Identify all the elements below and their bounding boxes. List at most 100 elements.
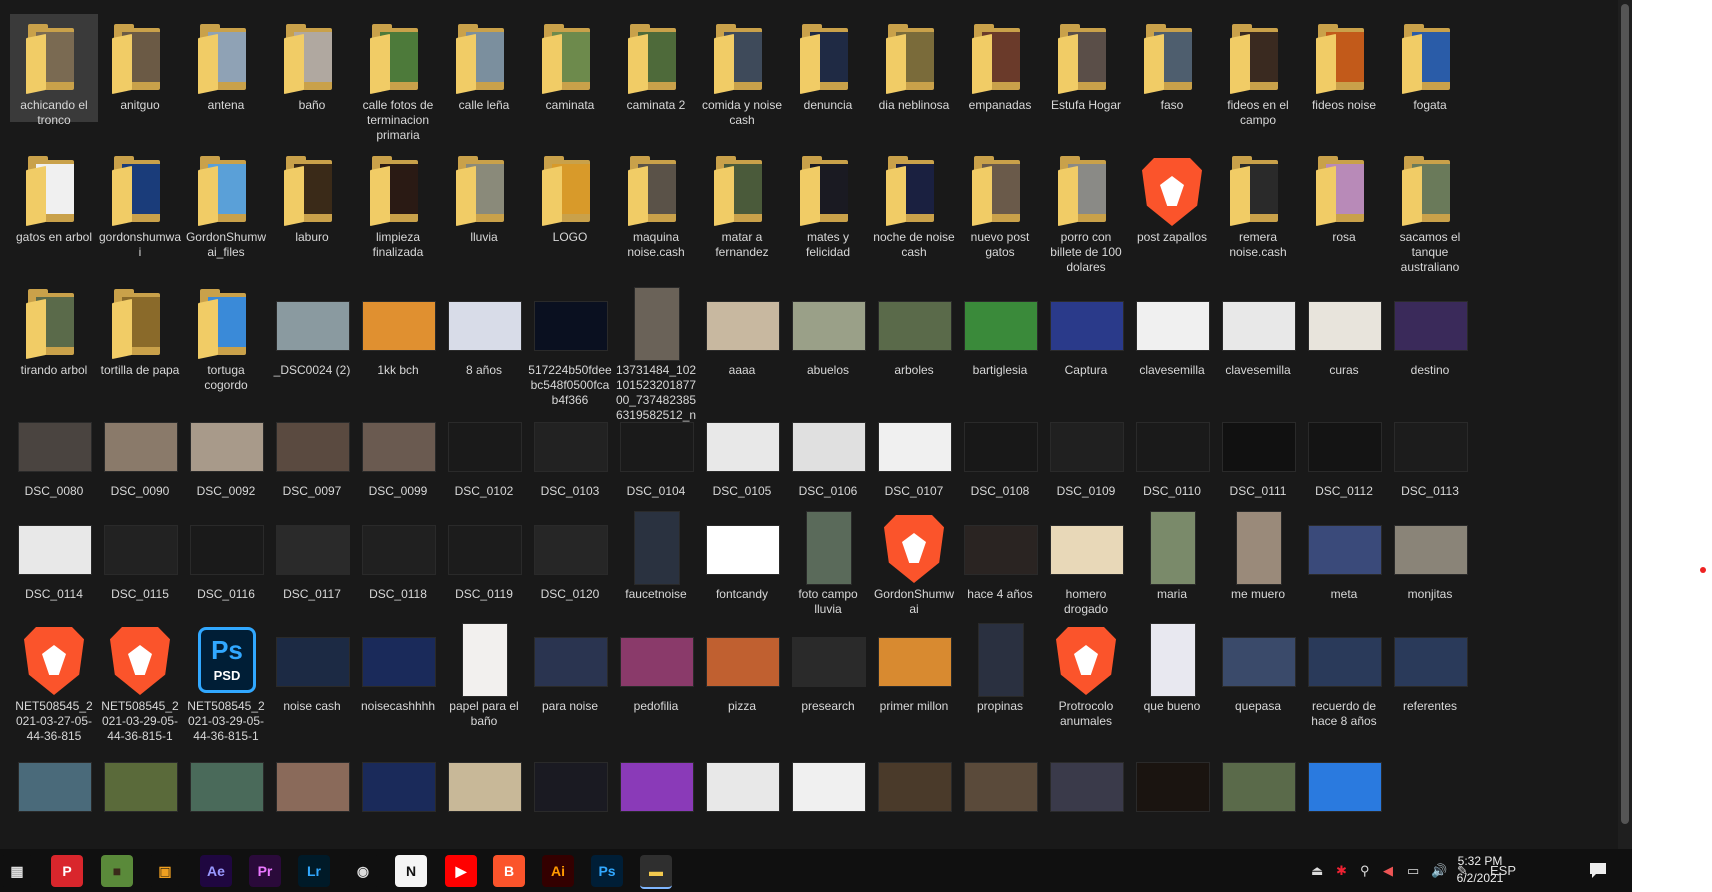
desktop-item[interactable]: post zapallos — [1128, 146, 1216, 245]
desktop-item[interactable]: meta — [1300, 503, 1388, 602]
calculator-icon[interactable]: ▦ — [1, 855, 33, 887]
desktop-item[interactable]: DSC_0108 — [956, 400, 1044, 499]
desktop-item[interactable] — [354, 740, 442, 824]
desktop-item[interactable]: clavesemilla — [1214, 279, 1302, 378]
desktop-item[interactable]: DSC_0099 — [354, 400, 442, 499]
desktop-item[interactable]: antena — [182, 14, 270, 113]
desktop-item[interactable]: Estufa Hogar — [1042, 14, 1130, 113]
desktop-item[interactable]: noche de noise cash — [870, 146, 958, 260]
desktop-item[interactable]: monjitas — [1386, 503, 1474, 602]
desktop-item[interactable]: faucetnoise — [612, 503, 700, 602]
desktop-item[interactable]: DSC_0107 — [870, 400, 958, 499]
desktop-item[interactable]: DSC_0114 — [10, 503, 98, 602]
desktop-item[interactable]: referentes — [1386, 615, 1474, 714]
desktop-item[interactable]: Captura — [1042, 279, 1130, 378]
desktop-item[interactable]: DSC_0112 — [1300, 400, 1388, 499]
desktop-item[interactable]: propinas — [956, 615, 1044, 714]
desktop-item[interactable]: que bueno — [1128, 615, 1216, 714]
desktop-item[interactable]: NET508545_2021-03-27-05-44-36-815 — [10, 615, 98, 744]
desktop-item[interactable] — [96, 740, 184, 824]
desktop-item[interactable] — [1042, 740, 1130, 824]
display-icon[interactable]: ▭ — [1407, 849, 1419, 892]
notification-icon[interactable] — [1588, 860, 1608, 880]
youtube-icon[interactable]: ▶ — [445, 855, 477, 887]
desktop-item[interactable] — [870, 740, 958, 824]
desktop-item[interactable]: caminata — [526, 14, 614, 113]
desktop-item[interactable]: DSC_0109 — [1042, 400, 1130, 499]
desktop-item[interactable]: mates y felicidad — [784, 146, 872, 260]
desktop-item[interactable]: papel para el baño — [440, 615, 528, 729]
desktop-item[interactable]: primer millon — [870, 615, 958, 714]
desktop-item[interactable]: noise cash — [268, 615, 356, 714]
desktop-item[interactable]: _DSC0024 (2) — [268, 279, 356, 378]
scrollbar-thumb[interactable] — [1621, 4, 1629, 824]
desktop-item[interactable] — [526, 740, 614, 824]
desktop-item[interactable]: lluvia — [440, 146, 528, 245]
desktop-item[interactable]: DSC_0090 — [96, 400, 184, 499]
desktop-item[interactable]: fontcandy — [698, 503, 786, 602]
desktop-item[interactable]: GordonShumwai_files — [182, 146, 270, 260]
desktop-item[interactable]: DSC_0115 — [96, 503, 184, 602]
desktop-item[interactable]: achicando el tronco — [10, 14, 98, 127]
desktop-item[interactable]: laburo — [268, 146, 356, 245]
antivirus-icon[interactable]: ✱ — [1336, 849, 1347, 892]
store-icon[interactable]: ▣ — [149, 855, 181, 887]
desktop-item[interactable]: tortuga cogordo — [182, 279, 270, 393]
usb-icon[interactable]: ⏏ — [1311, 849, 1323, 892]
desktop-item[interactable]: nuevo post gatos — [956, 146, 1044, 260]
desktop-item[interactable]: tortilla de papa — [96, 279, 184, 378]
desktop-item[interactable]: 1kk bch — [354, 279, 442, 378]
desktop-item[interactable]: DSC_0111 — [1214, 400, 1302, 499]
minecraft-icon[interactable]: ■ — [101, 855, 133, 887]
desktop-item[interactable]: curas — [1300, 279, 1388, 378]
network-tray-icon[interactable]: ⚲ — [1360, 849, 1370, 892]
desktop-item[interactable]: empanadas — [956, 14, 1044, 113]
desktop-item[interactable]: DSC_0116 — [182, 503, 270, 602]
desktop-item[interactable]: DSC_0113 — [1386, 400, 1474, 499]
desktop-item[interactable]: presearch — [784, 615, 872, 714]
desktop-item[interactable]: DSC_0102 — [440, 400, 528, 499]
desktop-item[interactable]: me muero — [1214, 503, 1302, 602]
desktop-item[interactable]: calle fotos de terminacion primaria — [354, 14, 442, 143]
desktop-item[interactable]: bartiglesia — [956, 279, 1044, 378]
desktop-item[interactable]: hace 4 años — [956, 503, 1044, 602]
desktop-item[interactable]: DSC_0106 — [784, 400, 872, 499]
desktop-item[interactable]: arboles — [870, 279, 958, 378]
desktop-item[interactable]: 517224b50fdeebc548f0500fcab4f366 — [526, 279, 614, 408]
desktop-item[interactable]: gatos en arbol — [10, 146, 98, 245]
desktop-item[interactable]: tirando arbol — [10, 279, 98, 378]
premiere-icon[interactable]: Pr — [249, 855, 281, 887]
desktop-item[interactable]: Protrocolo anumales — [1042, 615, 1130, 729]
desktop-item[interactable]: para noise — [526, 615, 614, 714]
desktop-item[interactable]: recuerdo de hace 8 años — [1300, 615, 1388, 729]
clock[interactable]: 5:32 PM 6/2/2021 — [1440, 853, 1520, 887]
desktop-item[interactable]: DSC_0104 — [612, 400, 700, 499]
desktop-item[interactable]: maria — [1128, 503, 1216, 602]
file-explorer-icon[interactable]: ▬ — [640, 855, 672, 889]
desktop-item[interactable]: DSC_0080 — [10, 400, 98, 499]
illustrator-icon[interactable]: Ai — [542, 855, 574, 887]
desktop-item[interactable]: DSC_0118 — [354, 503, 442, 602]
desktop-item[interactable]: matar a fernandez — [698, 146, 786, 260]
desktop-item[interactable]: DSC_0119 — [440, 503, 528, 602]
desktop-item[interactable]: gordonshumwai — [96, 146, 184, 260]
desktop-item[interactable]: NET508545_2021-03-29-05-44-36-815-1 — [96, 615, 184, 744]
desktop-item[interactable]: aaaa — [698, 279, 786, 378]
desktop-item[interactable]: caminata 2 — [612, 14, 700, 113]
speaker-muted-icon[interactable]: ◀ — [1383, 849, 1393, 892]
desktop-item[interactable]: anitguo — [96, 14, 184, 113]
desktop-item[interactable] — [1214, 740, 1302, 824]
desktop-item[interactable]: clavesemilla — [1128, 279, 1216, 378]
desktop-item[interactable]: 8 años — [440, 279, 528, 378]
after-effects-icon[interactable]: Ae — [200, 855, 232, 887]
desktop-item[interactable]: homero drogado — [1042, 503, 1130, 617]
desktop-item[interactable]: foto campo lluvia — [784, 503, 872, 617]
desktop-item[interactable]: fideos noise — [1300, 14, 1388, 113]
desktop-item[interactable]: DSC_0120 — [526, 503, 614, 602]
desktop-item[interactable]: DSC_0110 — [1128, 400, 1216, 499]
desktop-item[interactable]: destino — [1386, 279, 1474, 378]
desktop-item[interactable]: sacamos el tanque australiano — [1386, 146, 1474, 275]
desktop-item[interactable]: Ps PSD NET508545_2021-03-29-05-44-36-815-1 — [182, 615, 270, 744]
desktop-item[interactable]: DSC_0117 — [268, 503, 356, 602]
desktop-item[interactable]: pedofilia — [612, 615, 700, 714]
